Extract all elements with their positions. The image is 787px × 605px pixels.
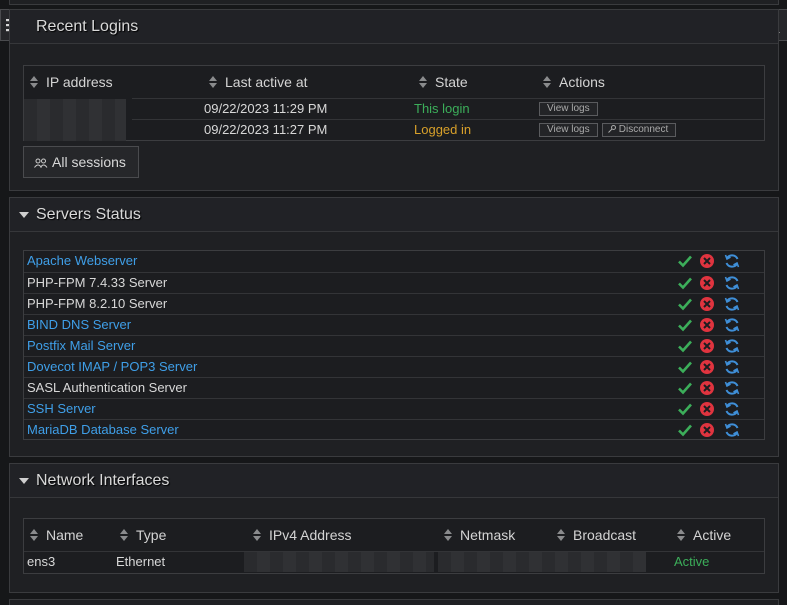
table-row: 09/22/2023 11:29 PM This login View logs — [132, 98, 764, 119]
stop-icon[interactable] — [699, 296, 715, 312]
stop-icon[interactable] — [699, 422, 715, 438]
table-row: 09/22/2023 11:27 PM Logged in View logs … — [132, 119, 764, 140]
restart-icon[interactable] — [724, 296, 740, 312]
network-interfaces-panel: Network Interfaces Name Type IPv4 Addres… — [9, 463, 779, 593]
server-row: Apache Webserver — [24, 251, 764, 272]
server-row: SSH Server — [24, 398, 764, 419]
server-name: PHP-FPM 8.2.10 Server — [27, 296, 168, 311]
collapse-caret-icon — [19, 478, 29, 484]
network-table: Name Type IPv4 Address Netmask Broadcast… — [23, 518, 765, 574]
redacted-ipv4 — [244, 552, 434, 572]
restart-icon[interactable] — [724, 401, 740, 417]
restart-icon[interactable] — [724, 422, 740, 438]
server-row: Dovecot IMAP / POP3 Server — [24, 356, 764, 377]
column-header-ip[interactable]: IP address — [30, 66, 200, 98]
redacted-netmask-broadcast — [438, 552, 646, 572]
column-header-last-active[interactable]: Last active at — [209, 66, 409, 98]
disconnect-button[interactable]: Disconnect — [602, 123, 677, 137]
servers-status-panel: Servers Status Apache Webserver PHP-FPM 7… — [9, 197, 779, 457]
check-icon[interactable] — [677, 380, 693, 396]
server-row: PHP-FPM 7.4.33 Server — [24, 272, 764, 293]
users-icon — [34, 158, 48, 168]
check-icon[interactable] — [677, 422, 693, 438]
server-actions — [677, 253, 747, 269]
server-actions — [677, 317, 747, 333]
check-icon[interactable] — [677, 359, 693, 375]
stop-icon[interactable] — [699, 380, 715, 396]
stop-icon[interactable] — [699, 253, 715, 269]
server-link[interactable]: MariaDB Database Server — [27, 420, 179, 440]
server-actions — [677, 401, 747, 417]
recent-logins-table: IP address Last active at State Actions … — [23, 65, 765, 141]
recent-logins-panel: Recent Logins IP address Last active at … — [9, 9, 779, 191]
sort-icon — [557, 529, 565, 541]
sort-icon — [253, 529, 261, 541]
server-link[interactable]: Dovecot IMAP / POP3 Server — [27, 357, 197, 377]
stop-icon[interactable] — [699, 359, 715, 375]
previous-panel-bottom — [9, 0, 779, 5]
check-icon[interactable] — [677, 253, 693, 269]
server-row: PHP-FPM 8.2.10 Server — [24, 293, 764, 314]
column-header-actions[interactable]: Actions — [543, 66, 693, 98]
sort-icon — [444, 529, 452, 541]
restart-icon[interactable] — [724, 275, 740, 291]
server-actions — [677, 275, 747, 291]
server-actions — [677, 338, 747, 354]
network-interfaces-header[interactable]: Network Interfaces — [10, 464, 778, 498]
restart-icon[interactable] — [724, 359, 740, 375]
check-icon[interactable] — [677, 275, 693, 291]
key-icon — [608, 125, 616, 133]
stop-icon[interactable] — [699, 317, 715, 333]
restart-icon[interactable] — [724, 338, 740, 354]
sort-icon — [677, 529, 685, 541]
server-link[interactable]: BIND DNS Server — [27, 315, 131, 335]
stop-icon[interactable] — [699, 401, 715, 417]
servers-status-header[interactable]: Servers Status — [10, 198, 778, 232]
check-icon[interactable] — [677, 401, 693, 417]
view-logs-button[interactable]: View logs — [539, 123, 598, 137]
server-name: PHP-FPM 7.4.33 Server — [27, 275, 168, 290]
all-sessions-button[interactable]: All sessions — [23, 146, 139, 178]
servers-table: Apache Webserver PHP-FPM 7.4.33 Server PHP… — [23, 250, 765, 440]
server-row: BIND DNS Server — [24, 314, 764, 335]
state-this-login: This login — [414, 101, 470, 116]
sort-icon — [543, 76, 551, 88]
check-icon[interactable] — [677, 317, 693, 333]
sort-icon — [30, 529, 38, 541]
sort-icon — [209, 76, 217, 88]
server-row: SASL Authentication Server — [24, 377, 764, 398]
server-actions — [677, 359, 747, 375]
table-row: ens3 Ethernet Active — [24, 551, 764, 572]
restart-icon[interactable] — [724, 253, 740, 269]
sort-icon — [30, 76, 38, 88]
redacted-ip — [24, 99, 126, 141]
network-interfaces-title: Network Interfaces — [36, 472, 170, 489]
restart-icon[interactable] — [724, 380, 740, 396]
recent-logins-title: Recent Logins — [36, 18, 139, 35]
server-link[interactable]: Postfix Mail Server — [27, 336, 135, 356]
column-header-state[interactable]: State — [419, 66, 539, 98]
server-row: Postfix Mail Server — [24, 335, 764, 356]
server-name: SASL Authentication Server — [27, 380, 187, 395]
server-row: MariaDB Database Server — [24, 419, 764, 440]
server-actions — [677, 422, 747, 438]
servers-status-title: Servers Status — [36, 206, 141, 223]
sort-icon — [120, 529, 128, 541]
state-logged-in: Logged in — [414, 122, 472, 137]
collapse-caret-icon — [19, 212, 29, 218]
restart-icon[interactable] — [724, 317, 740, 333]
server-actions — [677, 296, 747, 312]
sort-icon — [419, 76, 427, 88]
server-link[interactable]: Apache Webserver — [27, 251, 137, 271]
check-icon[interactable] — [677, 296, 693, 312]
stop-icon[interactable] — [699, 338, 715, 354]
status-active: Active — [674, 554, 710, 569]
server-actions — [677, 380, 747, 396]
check-icon[interactable] — [677, 338, 693, 354]
next-panel-top — [9, 599, 779, 605]
recent-logins-header[interactable]: Recent Logins — [10, 10, 778, 44]
server-link[interactable]: SSH Server — [27, 399, 96, 419]
view-logs-button[interactable]: View logs — [539, 102, 598, 116]
stop-icon[interactable] — [699, 275, 715, 291]
